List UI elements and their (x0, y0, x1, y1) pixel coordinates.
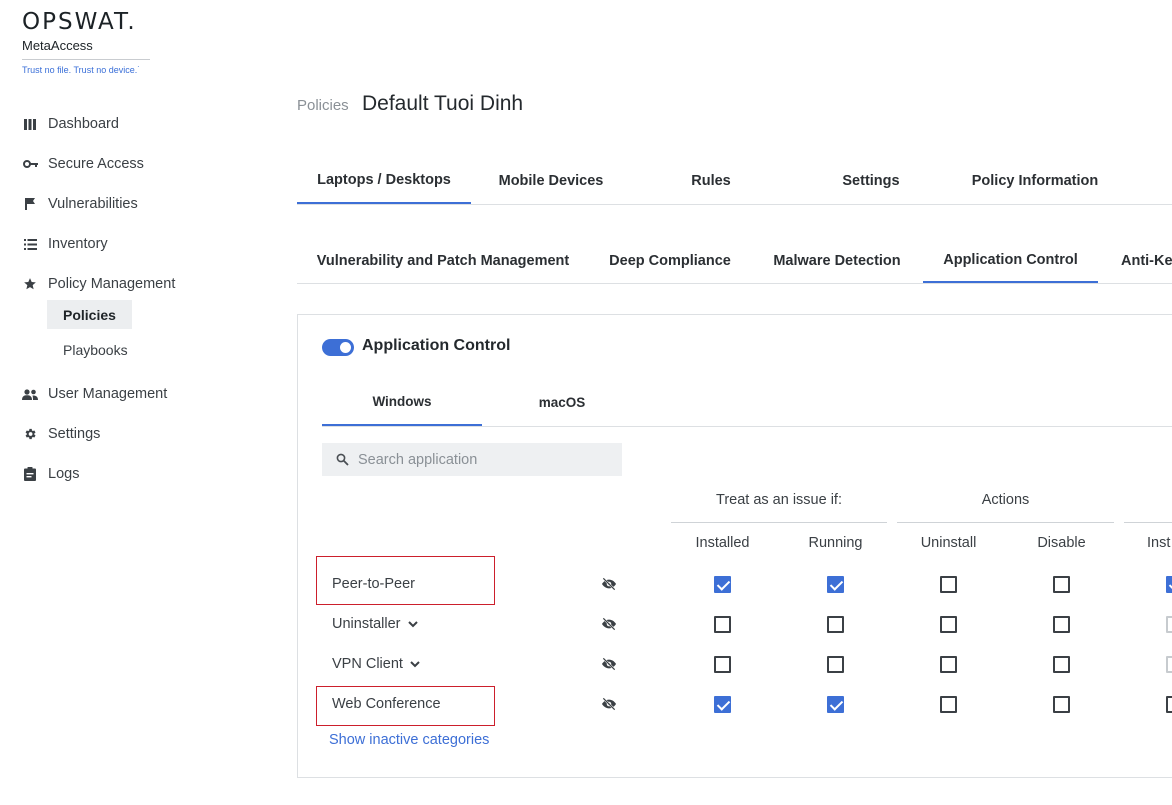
search-icon (336, 453, 350, 467)
os-tab-bar: Windows macOS (322, 379, 1172, 427)
brand-logo[interactable]: OPSWAT. MetaAccess Trust no file. Trust … (22, 8, 152, 76)
column-header-install: Inst (1147, 535, 1171, 551)
category-label-peer-to-peer[interactable]: Peer-to-Peer (332, 574, 415, 594)
sidebar-item-label: Policy Management (48, 276, 176, 292)
tab-vulnerability-patch-management[interactable]: Vulnerability and Patch Management (297, 238, 589, 283)
group-header-actions: Actions (981, 492, 1030, 508)
key-icon (22, 156, 38, 172)
sidebar-item-user-management[interactable]: User Management (0, 374, 167, 414)
sidebar-item-label: Logs (48, 466, 80, 482)
brand-name: OPSWAT. (22, 9, 137, 35)
group-divider (897, 522, 1114, 523)
gear-icon (22, 426, 38, 442)
sidebar-item-label: Secure Access (48, 156, 144, 172)
sidebar-item-inventory[interactable]: Inventory (0, 224, 108, 264)
chevron-down-icon[interactable] (409, 658, 421, 670)
application-control-label: Application Control (362, 337, 511, 354)
sub-tab-bar: Vulnerability and Patch Management Deep … (297, 238, 1172, 284)
tab-application-control[interactable]: Application Control (923, 238, 1098, 283)
column-header-running: Running (808, 535, 863, 551)
star-icon (22, 276, 38, 292)
sidebar-item-vulnerabilities[interactable]: Vulnerabilities (0, 184, 138, 224)
sidebar-subitem-policies[interactable]: Policies (47, 300, 132, 329)
tab-settings[interactable]: Settings (791, 158, 951, 204)
eye-off-icon[interactable] (601, 616, 617, 632)
sidebar-item-label: Settings (48, 426, 101, 442)
sidebar-subitem-playbooks[interactable]: Playbooks (47, 335, 144, 364)
category-name: Web Conference (332, 696, 441, 712)
sidebar-item-settings[interactable]: Settings (0, 414, 100, 454)
tab-rules[interactable]: Rules (631, 158, 791, 204)
column-header-uninstall: Uninstall (920, 535, 977, 551)
checkbox-web-conference-install[interactable] (1166, 696, 1172, 713)
chevron-down-icon[interactable] (407, 618, 419, 630)
tab-mobile-devices[interactable]: Mobile Devices (471, 158, 631, 204)
column-header-disable: Disable (1037, 535, 1086, 551)
column-header-installed: Installed (695, 535, 750, 551)
sidebar-item-secure-access[interactable]: Secure Access (0, 144, 144, 184)
tab-deep-compliance[interactable]: Deep Compliance (589, 238, 751, 283)
checkbox-uninstaller-disable[interactable] (1053, 616, 1070, 633)
search-box[interactable] (322, 443, 622, 476)
checkbox-peer-to-peer-installed[interactable] (714, 576, 731, 593)
search-input[interactable] (358, 451, 598, 468)
checkbox-uninstaller-installed[interactable] (714, 616, 731, 633)
checkbox-web-conference-running[interactable] (827, 696, 844, 713)
eye-off-icon[interactable] (601, 696, 617, 712)
brand-product: MetaAccess (22, 38, 93, 53)
sidebar-item-label: Inventory (48, 236, 108, 252)
tab-malware-detection[interactable]: Malware Detection (751, 238, 923, 283)
category-label-web-conference[interactable]: Web Conference (332, 694, 441, 714)
breadcrumb[interactable]: Policies (297, 97, 349, 114)
tab-laptops-desktops[interactable]: Laptops / Desktops (297, 158, 471, 204)
toggle-knob (340, 342, 351, 353)
checkbox-uninstaller-install[interactable] (1166, 616, 1172, 633)
category-name: VPN Client (332, 656, 403, 672)
brand-tagline: Trust no file. Trust no device.˙ (22, 65, 141, 75)
group-divider (1124, 522, 1172, 523)
eye-off-icon[interactable] (601, 656, 617, 672)
sidebar-item-policy-management[interactable]: Policy Management (0, 264, 175, 304)
checkbox-vpn-client-installed[interactable] (714, 656, 731, 673)
category-name: Uninstaller (332, 616, 401, 632)
show-inactive-categories-link[interactable]: Show inactive categories (329, 732, 489, 748)
tab-policy-information[interactable]: Policy Information (951, 158, 1119, 204)
category-label-vpn-client[interactable]: VPN Client (332, 654, 421, 674)
checkbox-peer-to-peer-install[interactable] (1166, 576, 1172, 593)
application-control-toggle[interactable] (322, 339, 354, 356)
category-label-uninstaller[interactable]: Uninstaller (332, 614, 419, 634)
sidebar-item-label: Vulnerabilities (48, 196, 138, 212)
main-tab-bar: Laptops / Desktops Mobile Devices Rules … (297, 158, 1172, 205)
eye-off-icon[interactable] (601, 576, 617, 592)
tab-windows[interactable]: Windows (322, 379, 482, 426)
sidebar-item-label: Dashboard (48, 116, 119, 132)
checkbox-vpn-client-disable[interactable] (1053, 656, 1070, 673)
sidebar-item-logs[interactable]: Logs (0, 454, 79, 494)
flag-icon (22, 196, 38, 212)
category-name: Peer-to-Peer (332, 576, 416, 592)
sidebar-item-label: User Management (48, 386, 168, 402)
page-title: Default Tuoi Dinh (362, 92, 524, 115)
checkbox-vpn-client-uninstall[interactable] (940, 656, 957, 673)
sidebar-item-dashboard[interactable]: Dashboard (0, 104, 119, 144)
checkbox-uninstaller-uninstall[interactable] (940, 616, 957, 633)
checkbox-vpn-client-install[interactable] (1166, 656, 1172, 673)
checkbox-web-conference-uninstall[interactable] (940, 696, 957, 713)
users-icon (22, 386, 38, 402)
bar-chart-icon (22, 116, 38, 132)
checkbox-peer-to-peer-uninstall[interactable] (940, 576, 957, 593)
group-header-treat-as-issue: Treat as an issue if: (716, 492, 842, 508)
group-divider (671, 522, 887, 523)
logo-divider (22, 59, 150, 60)
checkbox-uninstaller-running[interactable] (827, 616, 844, 633)
tab-anti-keylogger[interactable]: Anti-Ke (1121, 238, 1172, 283)
checkbox-vpn-client-running[interactable] (827, 656, 844, 673)
tab-macos[interactable]: macOS (482, 379, 642, 426)
checkbox-peer-to-peer-running[interactable] (827, 576, 844, 593)
clipboard-icon (22, 466, 38, 482)
checkbox-web-conference-disable[interactable] (1053, 696, 1070, 713)
checkbox-peer-to-peer-disable[interactable] (1053, 576, 1070, 593)
list-icon (22, 236, 38, 252)
checkbox-web-conference-installed[interactable] (714, 696, 731, 713)
